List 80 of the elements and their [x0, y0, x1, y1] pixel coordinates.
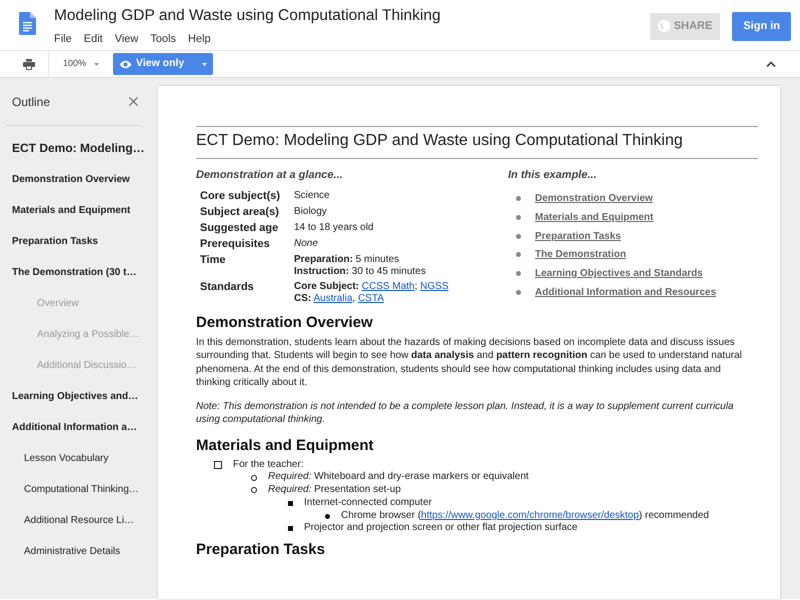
bullet-icon [516, 234, 521, 239]
list-item: Required: Presentation set-up [268, 484, 401, 497]
menu-item[interactable]: Help [184, 29, 215, 50]
document-heading: ECT Demo: Modeling GDP and Waste using Computational Thinking [196, 126, 758, 159]
zoom-dropdown[interactable]: 100% [63, 57, 100, 71]
menu-item[interactable]: Tools [146, 29, 180, 50]
outline-item[interactable]: Materials and Equipment [0, 195, 148, 226]
outline-item[interactable]: Lesson Vocabulary [0, 443, 148, 474]
caret-icon [202, 62, 208, 66]
outline-item[interactable]: Learning Objectives and… [0, 381, 148, 412]
outline-title: Outline [12, 94, 50, 110]
link[interactable]: NGSS [420, 280, 448, 292]
bullet-icon [516, 290, 521, 295]
field-label: Core subject(s) [200, 190, 282, 202]
paragraph: In this demonstration, students learn about the hazards of making decisions based on incomplete data and discuss issues surrounding that. Students will begin to see how data analysis and pattern recognition can be used to understand natural phenomena. At the end of this demonstration, students should see how computational thinking includes using data and thinking critically about it. [196, 336, 743, 390]
link[interactable]: Additional Information and Resources [535, 284, 716, 300]
bullet-icon [288, 500, 293, 506]
field-label: Time [200, 254, 226, 268]
bullet-icon [251, 474, 257, 481]
link[interactable]: Materials and Equipment [535, 210, 654, 226]
link[interactable]: CCSS Math [362, 280, 415, 292]
list-item: Projector and projection screen or other flat projection surface [304, 522, 578, 536]
outline-item[interactable]: Additional Resource Li… [0, 505, 148, 536]
field-label: Suggested age [200, 222, 280, 234]
field-value: 14 to 18 years old [294, 222, 374, 234]
print-icon[interactable] [23, 58, 35, 70]
link[interactable]: The Demonstration [535, 247, 626, 262]
outline-item[interactable]: ECT Demo: Modeling… [0, 133, 148, 164]
field-value: Preparation: 5 minutes [294, 254, 400, 266]
list-item: Required: Whiteboard and dry-erase markers or equivalent [268, 471, 529, 484]
section-heading: Preparation Tasks [196, 541, 326, 560]
link[interactable]: Demonstration Overview [535, 191, 653, 206]
paragraph: Note: This demonstration is not intended to be a complete lesson plan. Instead, it is a way to supplement current curricula using computational thinking. [196, 400, 735, 426]
outline-item[interactable]: Computational Thinking… [0, 474, 148, 505]
section-heading: Materials and Equipment [196, 436, 375, 454]
field-value: CS: Australia, CSTA [294, 292, 385, 304]
document-title: Modeling GDP and Waste using Computational Thinking [54, 6, 442, 26]
bullet-icon [325, 514, 330, 519]
bullet-icon [251, 487, 257, 494]
outline-item[interactable]: Administrative Details [0, 536, 148, 567]
outline-item[interactable]: Additional Information a… [0, 412, 148, 443]
close-icon[interactable] [129, 97, 138, 106]
bullet-icon [516, 252, 521, 258]
menu-item[interactable]: Edit [80, 29, 107, 50]
link[interactable]: CSTA [358, 292, 384, 304]
field-value: Core Subject: CCSS Math; NGSS [294, 280, 448, 292]
list-item: For the teacher: [233, 458, 304, 472]
field-value: Science [294, 190, 330, 202]
checkbox-icon [214, 460, 222, 469]
outline-item[interactable]: Demonstration Overview [0, 164, 148, 195]
field-label: Subject area(s) [200, 206, 280, 218]
field-value: Instruction: 30 to 45 minutes [294, 266, 426, 278]
field-value: None [294, 238, 318, 250]
bullet-icon [516, 215, 521, 220]
list-item: Chrome browser (https://www.google.com/chrome/browser/desktop) recommended [341, 510, 709, 522]
field-value: Biology [294, 206, 327, 218]
link[interactable]: Australia [313, 292, 352, 304]
section-heading: Demonstration Overview [196, 314, 374, 332]
link[interactable]: Preparation Tasks [535, 228, 621, 244]
menu-item[interactable]: File [50, 29, 76, 50]
bullet-icon [516, 196, 521, 202]
link[interactable]: https://www.google.com/chrome/browser/desktop [421, 510, 639, 521]
menu-item[interactable]: View [110, 29, 142, 50]
sign-in-button[interactable]: Sign in [732, 12, 791, 40]
caret-icon [94, 62, 100, 66]
bullet-icon [288, 526, 293, 532]
section-subtitle: In this example... [508, 168, 598, 183]
globe-icon [658, 20, 670, 32]
field-label: Standards [200, 280, 255, 294]
document-icon[interactable] [19, 12, 36, 35]
collapse-icon[interactable] [766, 61, 776, 67]
link[interactable]: Learning Objectives and Standards [535, 266, 703, 282]
field-label: Prerequisites [200, 238, 271, 250]
outline-item[interactable]: Preparation Tasks [0, 226, 148, 257]
bullet-icon [516, 271, 521, 276]
list-item: Internet-connected computer [304, 496, 432, 510]
view-only-button[interactable]: View only [113, 53, 214, 75]
outline-item[interactable]: The Demonstration (30 t… [0, 257, 148, 288]
section-subtitle: Demonstration at a glance... [196, 168, 344, 183]
eye-icon [119, 60, 132, 68]
